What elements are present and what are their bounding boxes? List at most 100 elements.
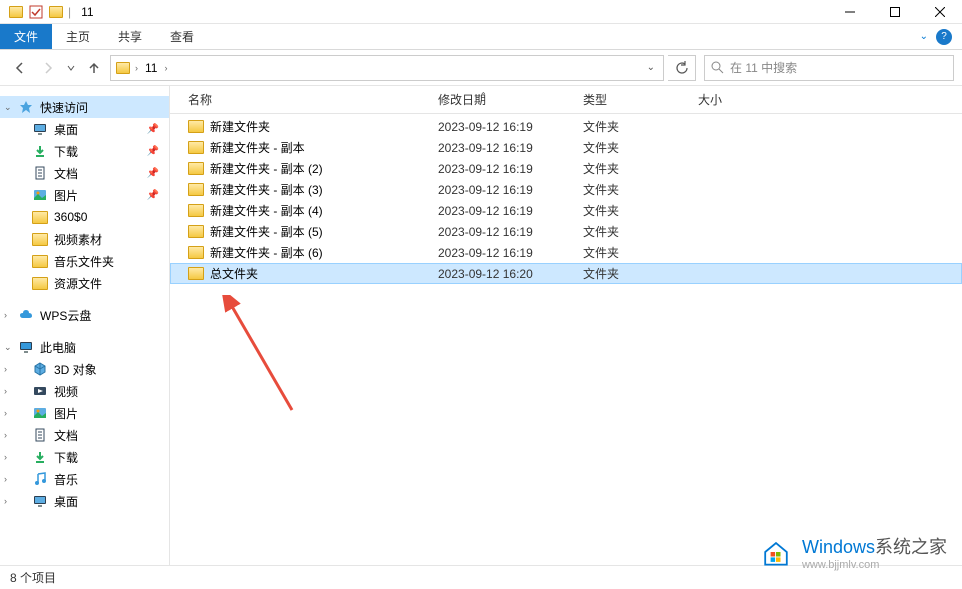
folder-icon xyxy=(32,209,48,225)
chevron-right-icon[interactable]: › xyxy=(4,496,7,506)
sidebar-item-label: 3D 对象 xyxy=(54,361,97,378)
chevron-right-icon[interactable]: › xyxy=(164,63,167,73)
pin-icon: 📌 xyxy=(147,146,159,157)
sidebar-item-label: 视频素材 xyxy=(54,231,102,248)
file-row[interactable]: 新建文件夹 - 副本 (3)2023-09-12 16:19文件夹 xyxy=(170,179,962,200)
sidebar-item-label: 音乐文件夹 xyxy=(54,253,114,270)
sidebar-item[interactable]: 资源文件 xyxy=(0,272,169,294)
file-type: 文件夹 xyxy=(575,160,690,177)
maximize-button[interactable] xyxy=(872,0,917,24)
close-button[interactable] xyxy=(917,0,962,24)
forward-button[interactable] xyxy=(36,56,60,80)
file-name: 新建文件夹 xyxy=(210,118,270,135)
sidebar-item[interactable]: 下载 📌 xyxy=(0,140,169,162)
breadcrumb-segment[interactable]: 11 xyxy=(142,61,160,75)
window-title: 11 xyxy=(81,5,93,19)
file-row[interactable]: 新建文件夹 - 副本2023-09-12 16:19文件夹 xyxy=(170,137,962,158)
chevron-right-icon[interactable]: › xyxy=(4,408,7,418)
sidebar-item[interactable]: › 音乐 xyxy=(0,468,169,490)
document-icon xyxy=(32,165,48,181)
sidebar-item-label: 下载 xyxy=(54,449,78,466)
chevron-down-icon[interactable]: ⌄ xyxy=(4,102,12,113)
back-button[interactable] xyxy=(8,56,32,80)
chevron-right-icon[interactable]: › xyxy=(4,386,7,396)
file-type: 文件夹 xyxy=(575,202,690,219)
sidebar-quick-access[interactable]: ⌄ 快速访问 xyxy=(0,96,169,118)
sidebar-item-label: 快速访问 xyxy=(40,99,88,116)
minimize-button[interactable] xyxy=(827,0,872,24)
ribbon-tab-home[interactable]: 主页 xyxy=(52,24,104,49)
pin-icon: 📌 xyxy=(147,124,159,135)
file-row[interactable]: 新建文件夹2023-09-12 16:19文件夹 xyxy=(170,116,962,137)
chevron-down-icon[interactable]: ⌄ xyxy=(4,342,12,353)
sidebar-wps[interactable]: › WPS云盘 xyxy=(0,304,169,326)
sidebar-item-label: 音乐 xyxy=(54,471,78,488)
chevron-right-icon[interactable]: › xyxy=(4,474,7,484)
search-input[interactable]: 在 11 中搜索 xyxy=(704,55,954,81)
file-name: 新建文件夹 - 副本 (6) xyxy=(210,244,323,261)
pin-icon: 📌 xyxy=(147,190,159,201)
sidebar-this-pc[interactable]: ⌄ 此电脑 xyxy=(0,336,169,358)
search-placeholder: 在 11 中搜索 xyxy=(730,59,797,76)
sidebar-item[interactable]: › 文档 xyxy=(0,424,169,446)
ribbon-tab-share[interactable]: 共享 xyxy=(104,24,156,49)
chevron-right-icon[interactable]: › xyxy=(135,63,138,73)
file-list[interactable]: 新建文件夹2023-09-12 16:19文件夹新建文件夹 - 副本2023-0… xyxy=(170,114,962,566)
folder-icon xyxy=(32,231,48,247)
chevron-down-icon[interactable]: ⌄ xyxy=(920,31,928,42)
sidebar-item[interactable]: › 下载 xyxy=(0,446,169,468)
sidebar-item[interactable]: 桌面 📌 xyxy=(0,118,169,140)
file-row[interactable]: 总文件夹2023-09-12 16:20文件夹 xyxy=(170,263,962,284)
picture-icon xyxy=(32,187,48,203)
watermark-brand: Windows系统之家 xyxy=(802,533,947,559)
up-button[interactable] xyxy=(82,56,106,80)
chevron-down-icon[interactable]: ⌄ xyxy=(643,62,659,73)
chevron-right-icon[interactable]: › xyxy=(4,452,7,462)
sidebar-item[interactable]: 文档📌 xyxy=(0,162,169,184)
folder-icon xyxy=(188,141,204,154)
properties-icon[interactable] xyxy=(28,4,44,20)
title-bar: | 11 xyxy=(0,0,962,24)
sidebar-item-label: 文档 xyxy=(54,427,78,444)
sidebar-item[interactable]: 音乐文件夹 xyxy=(0,250,169,272)
file-row[interactable]: 新建文件夹 - 副本 (4)2023-09-12 16:19文件夹 xyxy=(170,200,962,221)
ribbon-tab-file[interactable]: 文件 xyxy=(0,24,52,49)
sidebar-item-label: 桌面 xyxy=(54,121,78,138)
sidebar-item[interactable]: › 图片 xyxy=(0,402,169,424)
sidebar-item[interactable]: › 桌面 xyxy=(0,490,169,512)
file-type: 文件夹 xyxy=(575,181,690,198)
chevron-right-icon[interactable]: › xyxy=(4,430,7,440)
computer-icon xyxy=(18,339,34,355)
sidebar-item-label: 图片 xyxy=(54,405,78,422)
sidebar-item[interactable]: 360$0 xyxy=(0,206,169,228)
sidebar-item[interactable]: 图片📌 xyxy=(0,184,169,206)
sort-indicator-icon: ⌃ xyxy=(480,91,487,100)
chevron-right-icon[interactable]: › xyxy=(4,364,7,374)
help-icon[interactable]: ? xyxy=(936,29,952,45)
file-date: 2023-09-12 16:19 xyxy=(430,225,575,239)
chevron-right-icon[interactable]: › xyxy=(4,310,7,320)
file-row[interactable]: 新建文件夹 - 副本 (2)2023-09-12 16:19文件夹 xyxy=(170,158,962,179)
address-bar[interactable]: › 11 › ⌄ xyxy=(110,55,664,81)
file-row[interactable]: 新建文件夹 - 副本 (5)2023-09-12 16:19文件夹 xyxy=(170,221,962,242)
folder-icon xyxy=(188,225,204,238)
folder-icon xyxy=(8,4,24,20)
file-row[interactable]: 新建文件夹 - 副本 (6)2023-09-12 16:19文件夹 xyxy=(170,242,962,263)
history-dropdown[interactable] xyxy=(64,56,78,80)
column-header-size[interactable]: 大小 xyxy=(690,91,770,108)
column-header-type[interactable]: 类型 xyxy=(575,91,690,108)
sidebar-item[interactable]: 视频素材 xyxy=(0,228,169,250)
column-header-name[interactable]: 名称 ⌃ xyxy=(180,91,430,108)
sidebar-item-label: 下载 xyxy=(54,143,78,160)
sidebar-item[interactable]: › 3D 对象 xyxy=(0,358,169,380)
column-header-date[interactable]: 修改日期 xyxy=(430,91,575,108)
file-name: 新建文件夹 - 副本 (2) xyxy=(210,160,323,177)
refresh-button[interactable] xyxy=(668,55,696,81)
sidebar-item-label: 桌面 xyxy=(54,493,78,510)
file-name: 总文件夹 xyxy=(210,265,258,282)
ribbon-tab-view[interactable]: 查看 xyxy=(156,24,208,49)
cloud-icon xyxy=(18,307,34,323)
desktop-icon xyxy=(32,493,48,509)
sidebar-item-label: 视频 xyxy=(54,383,78,400)
sidebar-item[interactable]: › 视频 xyxy=(0,380,169,402)
